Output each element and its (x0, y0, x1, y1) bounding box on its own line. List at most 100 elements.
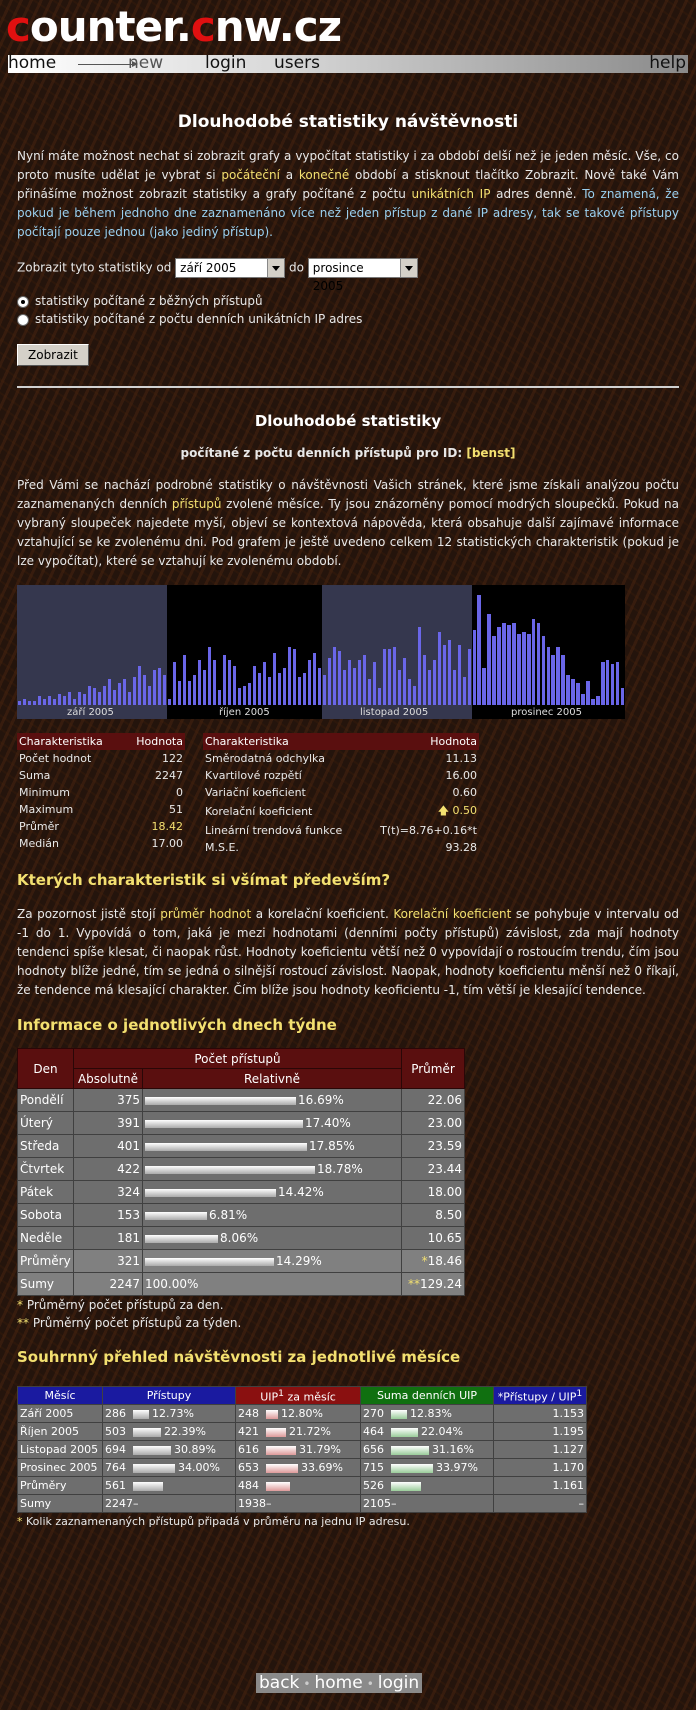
chart-bar[interactable] (566, 675, 570, 705)
chart-bar[interactable] (257, 673, 262, 705)
chart-bar[interactable] (252, 666, 257, 705)
chart-bar[interactable] (297, 677, 302, 705)
radio-common[interactable]: statistiky počítané z běžných přístupů (17, 294, 679, 308)
chart-bar[interactable] (521, 632, 526, 705)
chart-bar[interactable] (482, 668, 487, 705)
chart-bar[interactable] (52, 699, 57, 705)
chart-bar[interactable] (332, 647, 337, 705)
menu-home[interactable]: home (8, 53, 56, 73)
chart-bar[interactable] (112, 690, 117, 705)
chart-bar[interactable] (32, 701, 37, 705)
chart-bar[interactable] (362, 655, 367, 705)
chart-bar[interactable] (437, 632, 442, 705)
chart-bar[interactable] (412, 686, 417, 705)
footer-home[interactable]: home (314, 1673, 362, 1693)
chart-bar[interactable] (57, 694, 62, 705)
chart-bar[interactable] (137, 666, 142, 705)
chart-bar[interactable] (457, 645, 462, 705)
chart-bar[interactable] (511, 623, 516, 705)
chart-bar[interactable] (67, 692, 72, 705)
chart-bar[interactable] (152, 670, 157, 705)
chart-bar[interactable] (162, 675, 167, 705)
chart-bar[interactable] (62, 696, 67, 705)
chart-bar[interactable] (497, 627, 501, 705)
chart-bar[interactable] (247, 683, 252, 705)
radio-button-checked[interactable] (17, 295, 29, 308)
chart-bar[interactable] (142, 675, 147, 705)
chart-bar[interactable] (536, 623, 541, 705)
from-select[interactable]: září 2005 (175, 258, 286, 278)
chart-bar[interactable] (212, 660, 217, 705)
chart-bar[interactable] (492, 636, 496, 705)
chart-bar[interactable] (122, 679, 127, 705)
chart-bar[interactable] (72, 699, 77, 705)
chart-bar[interactable] (452, 670, 457, 705)
chart-bar[interactable] (272, 653, 277, 705)
chart-bar[interactable] (242, 686, 247, 705)
chart-bar[interactable] (367, 679, 372, 705)
chart-bar[interactable] (327, 658, 332, 705)
chart-bar[interactable] (377, 688, 382, 705)
chart-bar[interactable] (322, 675, 327, 705)
chart-bar[interactable] (277, 673, 282, 705)
chart-bar[interactable] (342, 670, 347, 705)
chart-bar[interactable] (22, 699, 27, 705)
chart-bar[interactable] (282, 668, 287, 705)
chart-bar[interactable] (571, 679, 575, 705)
chart-bar[interactable] (462, 677, 467, 705)
chart-bar[interactable] (352, 668, 357, 705)
chart-bar[interactable] (87, 686, 92, 705)
chart-bar[interactable] (472, 630, 477, 705)
chart-bar[interactable] (102, 686, 107, 705)
chart-bar[interactable] (507, 625, 511, 705)
chart-bar[interactable] (107, 679, 112, 705)
chart-bar[interactable] (262, 662, 267, 705)
chart-bar[interactable] (561, 655, 566, 705)
menu-help[interactable]: help (649, 53, 686, 73)
chart-bar[interactable] (132, 677, 137, 705)
chart-bar[interactable] (37, 696, 42, 705)
chart-bar[interactable] (92, 688, 97, 705)
chart-bar[interactable] (82, 694, 87, 705)
chart-bar[interactable] (576, 683, 580, 705)
chart-bar[interactable] (407, 679, 412, 705)
chart-bar[interactable] (417, 627, 422, 705)
chart-bar[interactable] (267, 677, 272, 705)
menu-login[interactable]: login (205, 53, 246, 73)
chart-bar[interactable] (202, 670, 207, 705)
chart-bar[interactable] (182, 655, 187, 705)
chart-bar[interactable] (447, 640, 452, 705)
chart-bar[interactable] (432, 660, 437, 705)
submit-button[interactable]: Zobrazit (17, 344, 89, 366)
chart-bar[interactable] (427, 670, 432, 705)
radio-button[interactable] (17, 313, 29, 326)
chart-bar[interactable] (372, 662, 377, 705)
chart-bar[interactable] (97, 692, 102, 705)
chart-bar[interactable] (347, 660, 352, 705)
chart-bar[interactable] (610, 664, 615, 705)
chart-bar[interactable] (197, 660, 202, 705)
chart-bar[interactable] (620, 688, 625, 705)
menu-users[interactable]: users (274, 53, 320, 73)
chart-bar[interactable] (392, 647, 397, 705)
chart-bar[interactable] (167, 699, 172, 705)
chart-bar[interactable] (127, 692, 132, 705)
chart-bar[interactable] (442, 645, 447, 705)
chart-bar[interactable] (502, 623, 506, 705)
chart-bar[interactable] (556, 647, 561, 705)
to-select[interactable]: prosince 2005 (307, 258, 418, 293)
chart-bar[interactable] (237, 688, 242, 705)
chart-bar[interactable] (307, 660, 312, 705)
menu-new[interactable]: new (128, 53, 163, 73)
chart-bar[interactable] (531, 619, 536, 705)
chart-bar[interactable] (172, 662, 177, 705)
chart-bar[interactable] (157, 668, 162, 705)
chart-bar[interactable] (27, 701, 32, 705)
chart-bar[interactable] (287, 647, 292, 705)
chart-bar[interactable] (207, 647, 212, 705)
chart-bar[interactable] (422, 655, 427, 705)
chart-bar[interactable] (615, 662, 620, 705)
chevron-down-icon[interactable] (399, 259, 417, 277)
chart-bar[interactable] (117, 683, 122, 705)
chart-bar[interactable] (17, 701, 22, 705)
